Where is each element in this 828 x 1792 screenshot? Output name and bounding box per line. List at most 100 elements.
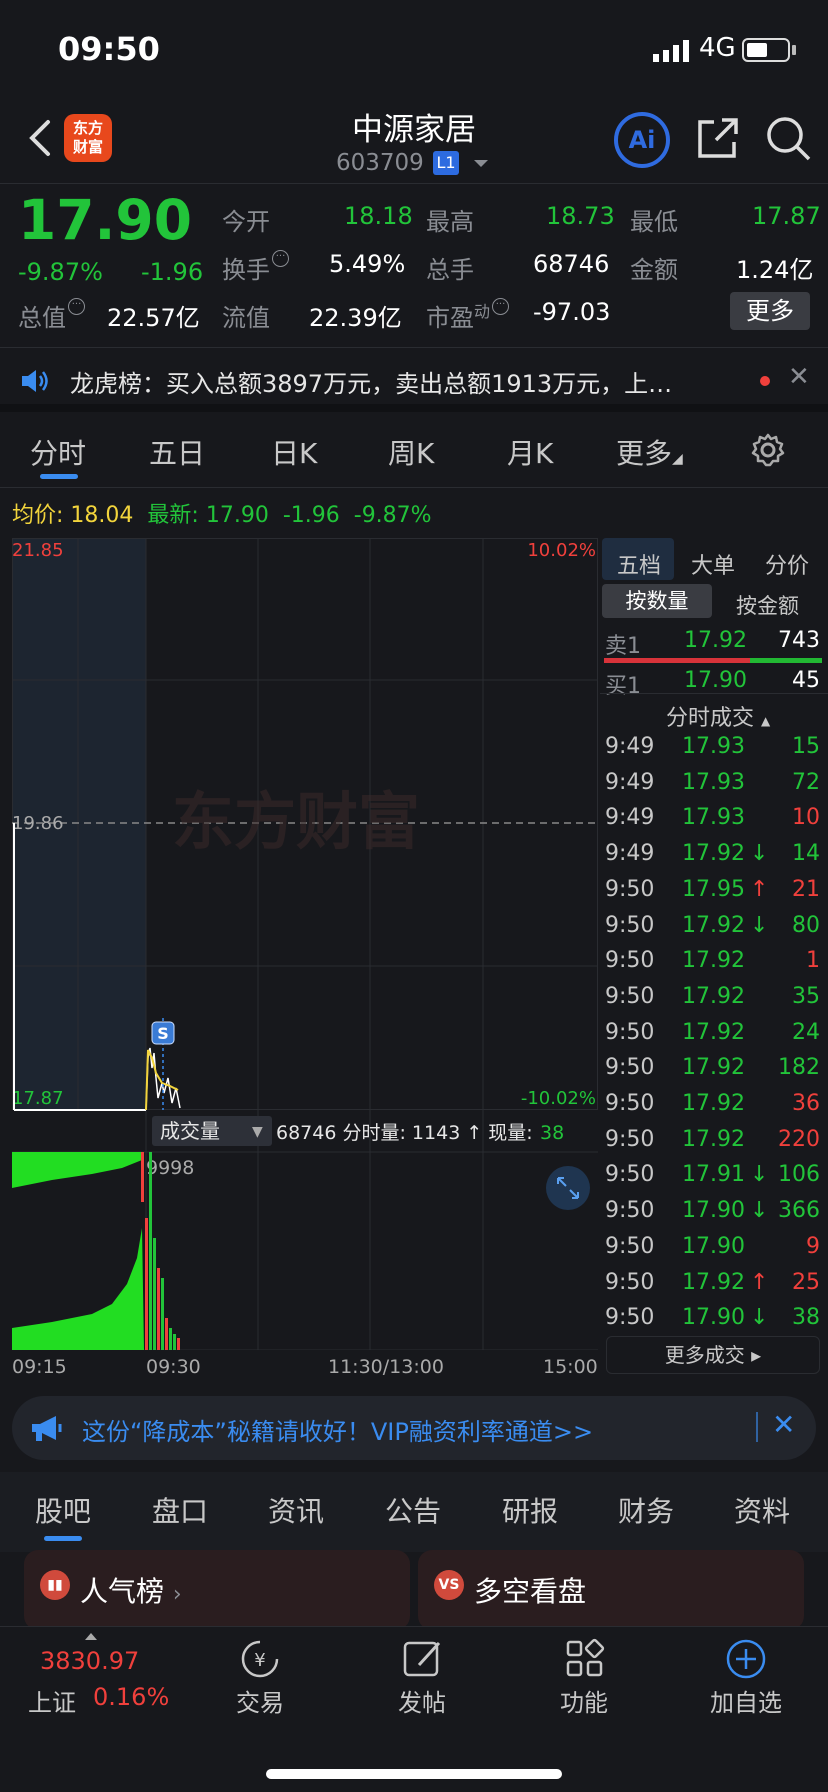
battery-cap xyxy=(792,45,796,55)
low-label: 最低 xyxy=(630,208,678,236)
index-value[interactable]: 3830.97 xyxy=(40,1647,139,1675)
long-short-card[interactable]: VS 多空看盘 xyxy=(418,1550,804,1630)
tick-row: 9:50 17.92 24 xyxy=(600,1020,828,1056)
tab-profile[interactable]: 资料 xyxy=(734,1490,790,1530)
tab-forum[interactable]: 股吧 xyxy=(35,1490,91,1530)
post-label[interactable]: 发帖 xyxy=(362,1683,482,1718)
close-icon[interactable]: ✕ xyxy=(772,1408,795,1441)
index-pct[interactable]: 0.16% xyxy=(93,1683,169,1711)
latest-label: 最新: xyxy=(147,503,199,528)
tick-time: 9:49 xyxy=(605,734,655,759)
tick-time: 9:50 xyxy=(605,1126,655,1152)
y-bot-label: 17.87 xyxy=(12,1088,64,1109)
gear-icon[interactable] xyxy=(750,432,786,468)
volume-bar xyxy=(149,1152,152,1350)
active-tab-indicator xyxy=(40,474,78,479)
level-badge[interactable]: L1 xyxy=(433,151,459,175)
chevron-down-icon[interactable]: ▼ xyxy=(252,1124,263,1140)
tick-row: 9:49 17.92 ↓ 14 xyxy=(600,841,828,877)
sell-ratio-bar xyxy=(604,658,750,663)
tick-volume: 35 xyxy=(792,983,820,1009)
index-name[interactable]: 上证 xyxy=(28,1683,76,1718)
search-icon[interactable] xyxy=(764,114,812,162)
popular-ranking-title[interactable]: 人气榜 › xyxy=(80,1570,182,1610)
tick-price: 17.92 xyxy=(682,1019,745,1045)
turnover-label[interactable]: 换手 ··· xyxy=(222,250,289,285)
info-icon[interactable]: ··· xyxy=(272,250,289,267)
sell-marker[interactable]: S xyxy=(157,1024,169,1043)
tab-announcements[interactable]: 公告 xyxy=(385,1490,441,1530)
expand-button[interactable] xyxy=(546,1166,590,1210)
tab-research[interactable]: 研报 xyxy=(502,1490,558,1530)
promo-banner[interactable]: 这份“降成本”秘籍请收好！VIP融资利率通道>> ✕ xyxy=(12,1396,816,1460)
long-short-title[interactable]: 多空看盘 xyxy=(474,1570,586,1610)
tick-price: 17.92 xyxy=(682,983,745,1009)
chevron-up-icon[interactable] xyxy=(85,1627,97,1640)
ticks-title[interactable]: 分时成交 ▲ xyxy=(666,700,770,732)
vs-icon: VS xyxy=(434,1570,464,1600)
tab-intraday[interactable]: 分时 xyxy=(30,432,86,472)
tab-daily-k[interactable]: 日K xyxy=(271,432,317,472)
tick-time: 9:50 xyxy=(605,983,655,1009)
news-text[interactable]: 龙虎榜：买入总额3897万元，卖出总额1913万元，上… xyxy=(70,364,720,399)
trade-label[interactable]: 交易 xyxy=(200,1683,320,1718)
tab-market-depth[interactable]: 盘口 xyxy=(152,1490,208,1530)
close-icon[interactable]: ✕ xyxy=(788,362,810,392)
tick-arrow: ↓ xyxy=(750,912,769,938)
battery-icon xyxy=(742,38,790,62)
news-ticker[interactable]: 龙虎榜：买入总额3897万元，卖出总额1913万元，上… ✕ xyxy=(0,348,828,412)
add-watchlist-icon[interactable] xyxy=(724,1637,768,1681)
tick-volume: 21 xyxy=(792,876,820,902)
tab-level5[interactable]: 五档 xyxy=(617,548,661,580)
by-amount-toggle[interactable]: 按金额 xyxy=(736,590,799,620)
tick-time: 9:50 xyxy=(605,1198,655,1224)
tick-arrow: ↓ xyxy=(750,841,769,867)
avg-price-line: 均价: 18.04 最新: 17.90 -1.96 -9.87% xyxy=(12,497,432,529)
tick-volume: 25 xyxy=(792,1269,820,1295)
tick-volume: 9 xyxy=(806,1233,820,1259)
share-icon[interactable] xyxy=(696,116,740,160)
post-icon[interactable] xyxy=(401,1637,445,1681)
tab-financials[interactable]: 财务 xyxy=(618,1490,674,1530)
grid-icon[interactable] xyxy=(563,1637,607,1681)
tick-volume: 10 xyxy=(792,805,820,831)
intraday-chart[interactable]: 东方财富 21.85 19.86 17.87 10.02% -10.02% S … xyxy=(12,538,598,1350)
tick-price: 17.90 xyxy=(682,1233,745,1259)
tab-monthly-k[interactable]: 月K xyxy=(507,432,553,472)
promo-text[interactable]: 这份“降成本”秘籍请收好！VIP融资利率通道>> xyxy=(82,1412,593,1447)
volume-indicator-label[interactable]: 成交量 xyxy=(160,1119,220,1143)
info-icon[interactable]: ··· xyxy=(68,298,85,315)
features-label[interactable]: 功能 xyxy=(524,1683,644,1718)
pe-label[interactable]: 市盈动 ··· xyxy=(426,298,510,333)
volume-bar xyxy=(145,1218,148,1350)
info-icon[interactable]: ··· xyxy=(492,298,510,315)
tick-arrow: ↓ xyxy=(750,1305,769,1331)
tab-price-dist[interactable]: 分价 xyxy=(765,548,809,580)
ai-button[interactable]: Ai xyxy=(614,112,670,168)
tab-big-order[interactable]: 大单 xyxy=(691,548,735,580)
trade-icon[interactable]: ¥ xyxy=(238,1637,282,1681)
volume-bar xyxy=(165,1318,168,1350)
auction-volume-top xyxy=(12,1152,142,1188)
megaphone-icon xyxy=(32,1416,62,1441)
open-value: 18.18 xyxy=(344,202,413,230)
add-watchlist-label[interactable]: 加自选 xyxy=(686,1683,806,1718)
more-quote-button[interactable]: 更多 xyxy=(730,292,810,330)
y-top-label: 21.85 xyxy=(12,540,64,561)
more-ticks-button[interactable]: 更多成交 ▸ xyxy=(606,1336,820,1374)
x-label-open: 09:15 xyxy=(12,1356,67,1378)
tab-more[interactable]: 更多◢ xyxy=(616,432,683,472)
popular-ranking-card[interactable]: ▮▮ 人气榜 › xyxy=(24,1550,410,1630)
mktcap-label[interactable]: 总值 ··· xyxy=(18,298,85,333)
tab-weekly-k[interactable]: 周K xyxy=(388,432,434,472)
home-indicator xyxy=(266,1769,562,1779)
buy1-volume: 45 xyxy=(792,668,820,693)
tab-news[interactable]: 资讯 xyxy=(268,1490,324,1530)
tick-time: 9:50 xyxy=(605,1269,655,1295)
tick-arrow: ↓ xyxy=(750,1198,769,1224)
volume-bar xyxy=(153,1238,156,1350)
chevron-down-icon[interactable] xyxy=(474,160,488,174)
tab-five-day[interactable]: 五日 xyxy=(149,432,205,472)
by-quantity-toggle[interactable]: 按数量 xyxy=(602,584,712,618)
volume-bar xyxy=(141,1152,144,1202)
